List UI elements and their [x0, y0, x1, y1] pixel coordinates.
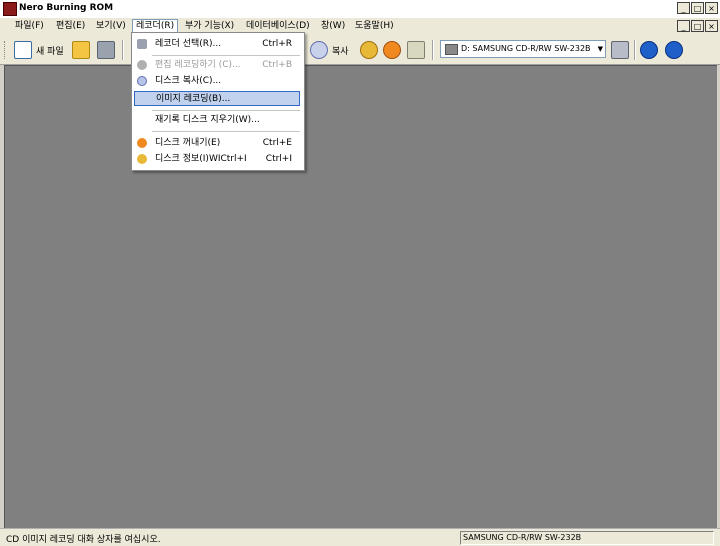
status-message: CD 이미지 레코딩 대화 상자를 여십시오.: [6, 535, 161, 545]
child-close-button[interactable]: ×: [705, 20, 718, 32]
help-question-icon: [665, 41, 683, 59]
recorder-button[interactable]: [611, 39, 629, 61]
info-icon: [640, 41, 658, 59]
title-bar: Nero Burning ROM _ □ ×: [0, 0, 720, 19]
burn-icon: [137, 60, 147, 70]
eject-icon: [383, 41, 401, 59]
menu-item-burn-image[interactable]: 이미지 레코딩(B)...: [134, 91, 300, 106]
menu-item-label: 디스크 정보(I)WICtrl+I: [155, 154, 247, 164]
menu-help[interactable]: 도움말(H): [352, 20, 397, 33]
recorder-icon: [137, 39, 147, 49]
dropdown-arrow-icon[interactable]: ▼: [598, 43, 603, 55]
eject-icon: [137, 138, 147, 148]
child-maximize-button[interactable]: □: [691, 20, 704, 32]
menu-item-label: 편집 레코딩하기 (C)...: [155, 60, 241, 70]
drive-select[interactable]: D: SAMSUNG CD-R/RW SW-232B ▼: [440, 40, 606, 58]
menu-item-shortcut: Ctrl+R: [262, 39, 292, 49]
menu-bar: 파일(F) 편집(E) 보기(V) 레코더(R) 부가 기능(X) 데이터베이스…: [0, 18, 720, 37]
recorder-icon: [611, 41, 629, 59]
menu-item-disc-info[interactable]: 디스크 정보(I)WICtrl+I Ctrl+I: [134, 152, 300, 167]
menu-item-shortcut: Ctrl+I: [265, 154, 292, 164]
new-file-label: 새 파일: [36, 46, 64, 57]
main-toolbar: 새 파일 복사: [0, 36, 720, 65]
menu-view[interactable]: 보기(V): [93, 20, 129, 33]
recorder-menu: 레코더 선택(R)... Ctrl+R 편집 레코딩하기 (C)... Ctrl…: [131, 32, 305, 171]
minimize-button[interactable]: _: [677, 2, 690, 14]
menu-item-choose-recorder[interactable]: 레코더 선택(R)... Ctrl+R: [134, 37, 300, 52]
child-minimize-button[interactable]: _: [677, 20, 690, 32]
menu-item-label: 디스크 복사(C)...: [155, 76, 222, 86]
menu-edit[interactable]: 편집(E): [53, 20, 88, 33]
chevron-down-icon: [689, 41, 699, 59]
toolbar-grip[interactable]: [4, 41, 8, 59]
about-button[interactable]: [640, 39, 658, 61]
menu-item-label: 이미지 레코딩(B)...: [156, 94, 231, 104]
copy-disc-icon: [137, 76, 147, 86]
status-drive: SAMSUNG CD-R/RW SW-232B: [460, 531, 714, 545]
menu-item-eject-disc[interactable]: 디스크 꺼내기(E) Ctrl+E: [134, 136, 300, 151]
menu-item-label: 디스크 꺼내기(E): [155, 138, 221, 148]
menu-item-erase-rewritable[interactable]: 재기록 디스크 지우기(W)...: [134, 113, 300, 128]
open-button[interactable]: [72, 39, 90, 61]
save-button[interactable]: [97, 39, 115, 61]
nero-app-icon: [3, 2, 17, 16]
disc-info-icon: [360, 41, 378, 59]
drive-select-value: D: SAMSUNG CD-R/RW SW-232B: [461, 44, 591, 53]
save-disk-icon: [97, 41, 115, 59]
toolbar-overflow-button[interactable]: [689, 39, 699, 61]
help-button[interactable]: [665, 39, 683, 61]
new-file-icon: [14, 41, 32, 59]
copy-label: 복사: [332, 46, 349, 57]
drive-icon: [445, 44, 458, 55]
menu-item-label: 재기록 디스크 지우기(W)...: [155, 115, 260, 125]
copy-disc-button[interactable]: 복사: [310, 39, 349, 61]
new-file-button[interactable]: 새 파일: [14, 39, 64, 61]
info-icon: [137, 154, 147, 164]
folder-icon: [407, 41, 425, 59]
disc-info-button[interactable]: [360, 39, 378, 61]
window-title: Nero Burning ROM: [19, 3, 114, 13]
menu-item-shortcut: Ctrl+B: [262, 60, 292, 70]
menu-item-shortcut: Ctrl+E: [262, 138, 292, 148]
menu-item-copy-disc[interactable]: 디스크 복사(C)...: [134, 74, 300, 89]
open-folder-icon: [72, 41, 90, 59]
eject-button[interactable]: [383, 39, 401, 61]
status-bar: CD 이미지 레코딩 대화 상자를 여십시오. SAMSUNG CD-R/RW …: [0, 528, 720, 546]
close-button[interactable]: ×: [705, 2, 718, 14]
menu-item-label: 레코더 선택(R)...: [155, 39, 222, 49]
menu-file[interactable]: 파일(F): [12, 20, 47, 33]
browse-button[interactable]: [407, 39, 425, 61]
menu-window[interactable]: 창(W): [318, 20, 348, 33]
maximize-button[interactable]: □: [691, 2, 704, 14]
menu-item-burn-compilation[interactable]: 편집 레코딩하기 (C)... Ctrl+B: [134, 58, 300, 73]
copy-disc-icon: [310, 41, 328, 59]
workspace-area: [4, 65, 717, 528]
